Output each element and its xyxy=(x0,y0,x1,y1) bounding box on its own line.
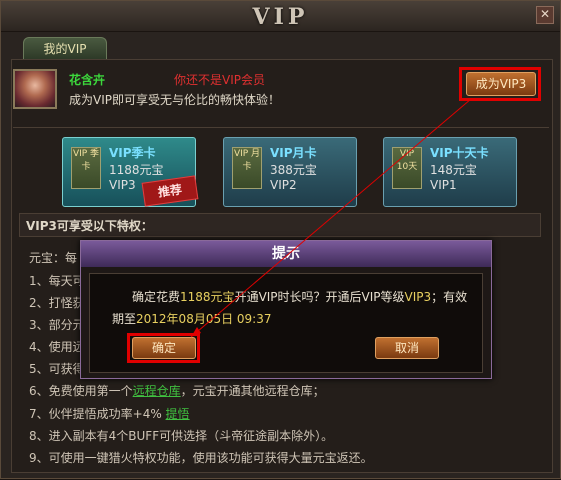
vip-season-icon: VIP 季卡 xyxy=(71,147,101,189)
card-price: 1188元宝 xyxy=(109,163,164,177)
divider xyxy=(13,127,549,128)
tab-my-vip[interactable]: 我的VIP xyxy=(23,37,107,60)
close-icon[interactable]: ✕ xyxy=(536,6,554,24)
msg-date: 2012年08月05日 09:37 xyxy=(136,312,272,326)
window-title: VIP xyxy=(252,4,309,30)
vip-ten-day-icon: VIP 10天 xyxy=(392,147,422,189)
vip-card-ten-day[interactable]: VIP 10天 VIP十天卡 148元宝 VIP1 xyxy=(383,137,517,207)
privilege-text: 6、免费使用第一个 xyxy=(29,384,133,398)
dialog-title: 提示 xyxy=(81,241,491,267)
msg-text: 开通VIP时长吗？开通后VIP等级 xyxy=(234,290,405,304)
privilege-item: 1、每天可 xyxy=(29,274,85,288)
vip-intro-text: 成为VIP即可享受无与伦比的畅快体验！ xyxy=(69,93,280,107)
msg-price: 1188元宝 xyxy=(180,290,235,304)
privilege-text: ，元宝开通其他远程仓库； xyxy=(180,384,325,398)
card-name: VIP十天卡 xyxy=(430,146,489,160)
privilege-item: 4、使用远 xyxy=(29,340,85,354)
dialog-message-line2: 期至2012年08月05日 09:37 xyxy=(112,310,272,327)
card-name: VIP月卡 xyxy=(270,146,317,160)
vip-month-icon: VIP 月卡 xyxy=(232,147,262,189)
privilege-item: 6、免费使用第一个远程仓库，元宝开通其他远程仓库； xyxy=(29,382,325,399)
privilege-item: 7、伙伴提悟成功率+4% 提悟 xyxy=(29,405,190,422)
highlight-box-confirm xyxy=(127,333,200,363)
privileges-title: VIP3可享受以下特权： xyxy=(19,213,541,237)
player-name: 花含卉 xyxy=(69,73,106,87)
cancel-button[interactable]: 取消 xyxy=(375,337,439,359)
title-bar[interactable]: VIP ✕ xyxy=(1,1,560,32)
vip-window: VIP ✕ 我的VIP 花含卉 你还不是VIP会员 成为VIP即可享受无与伦比的… xyxy=(0,0,561,479)
msg-text: 确定花费 xyxy=(132,290,181,304)
card-level: VIP3 xyxy=(109,178,136,192)
vip-card-month[interactable]: VIP 月卡 VIP月卡 388元宝 VIP2 xyxy=(223,137,357,207)
privilege-item: 2、打怪获 xyxy=(29,296,85,310)
vip-status: 你还不是VIP会员 xyxy=(174,73,265,87)
avatar xyxy=(13,69,57,109)
enlighten-link[interactable]: 提悟 xyxy=(166,407,190,421)
privilege-item: 5、可获得 xyxy=(29,362,85,376)
highlight-box-become-vip xyxy=(459,67,541,101)
card-level: VIP1 xyxy=(430,178,457,192)
privilege-text: 7、伙伴提悟成功率+4% xyxy=(29,407,166,421)
msg-text: ；有效 xyxy=(431,290,468,304)
dialog-message-line1: 确定花费1188元宝开通VIP时长吗？开通后VIP等级VIP3；有效 xyxy=(132,288,467,305)
remote-warehouse-link[interactable]: 远程仓库 xyxy=(133,384,181,398)
card-price: 148元宝 xyxy=(430,163,477,177)
privilege-item: 元宝：每 xyxy=(29,251,78,265)
card-level: VIP2 xyxy=(270,178,297,192)
msg-level: VIP3 xyxy=(404,290,432,304)
card-name: VIP季卡 xyxy=(109,146,156,160)
privilege-item: 9、可使用一键猎火特权功能，使用该功能可获得大量元宝返还。 xyxy=(29,451,373,465)
card-price: 388元宝 xyxy=(270,163,317,177)
privilege-item: 3、部分元 xyxy=(29,318,85,332)
msg-text: 期至 xyxy=(112,312,137,326)
privilege-item: 8、进入副本有4个BUFF可供选择（斗帝征途副本除外）。 xyxy=(29,429,334,443)
